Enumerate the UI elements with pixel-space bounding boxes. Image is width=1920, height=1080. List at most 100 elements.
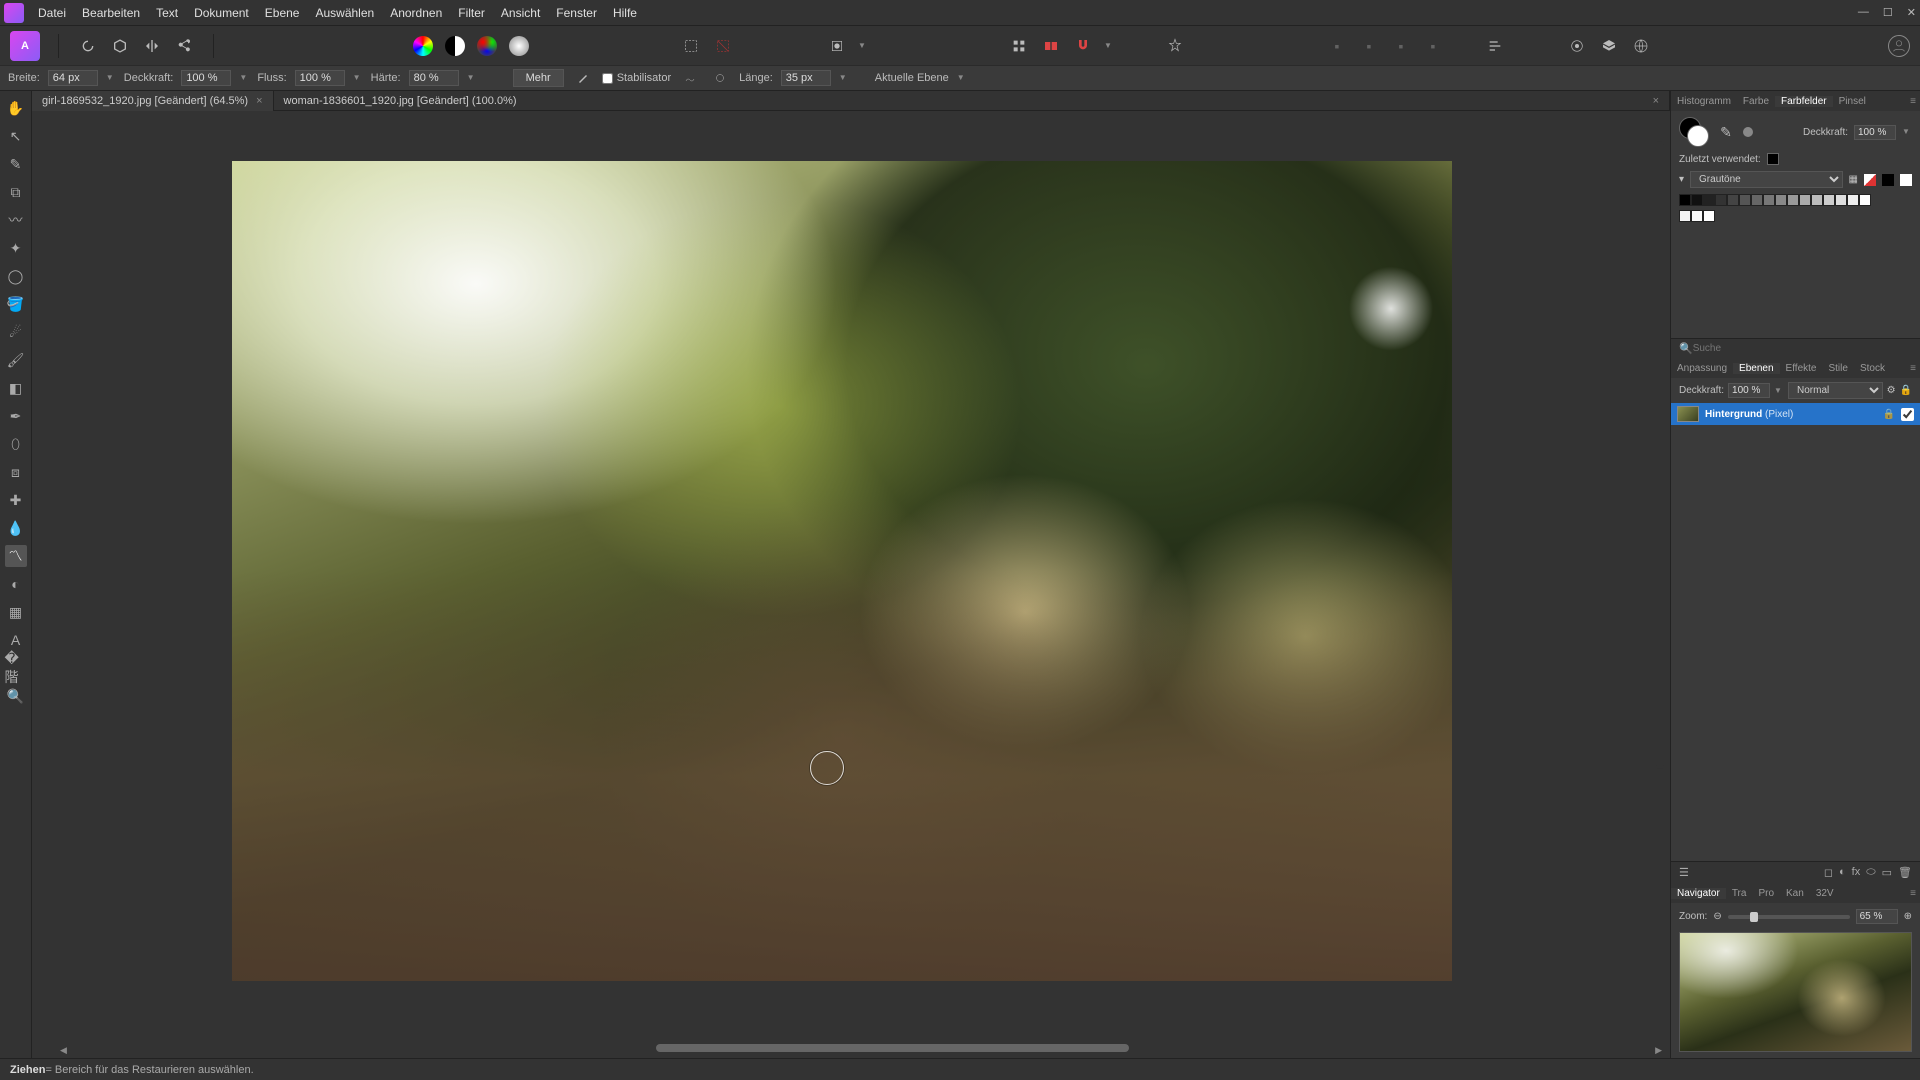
- maximize-icon[interactable]: ☐: [1883, 6, 1893, 19]
- doc-tab-2-close[interactable]: ×: [1653, 95, 1659, 107]
- swatch[interactable]: [1727, 194, 1739, 206]
- quick-mask-dropdown[interactable]: ▼: [858, 41, 868, 51]
- swatch[interactable]: [1763, 194, 1775, 206]
- none-swatch-icon[interactable]: [1864, 174, 1876, 186]
- healing-tool[interactable]: ✚: [5, 489, 27, 511]
- blend-mode-select[interactable]: Normal: [1788, 382, 1883, 399]
- marquee-tool[interactable]: ◯: [5, 265, 27, 287]
- tab-32v[interactable]: 32V: [1810, 888, 1840, 899]
- swatch[interactable]: [1823, 194, 1835, 206]
- eraser-tool[interactable]: ◧: [5, 377, 27, 399]
- tab-transform[interactable]: Tra: [1726, 888, 1753, 899]
- layer-item-background[interactable]: Hintergrund (Pixel) 🔒: [1671, 403, 1920, 425]
- swatch-grid-icon[interactable]: ▦: [1849, 174, 1858, 185]
- tab-adjustment[interactable]: Anpassung: [1671, 363, 1733, 374]
- mesh-tool[interactable]: �階: [5, 657, 27, 679]
- layer-visible-check[interactable]: [1901, 408, 1914, 421]
- stock-icon[interactable]: [1566, 35, 1588, 57]
- hardness-dropdown[interactable]: ▼: [467, 73, 477, 83]
- rope-mode-icon[interactable]: [679, 67, 701, 89]
- swatch[interactable]: [1751, 194, 1763, 206]
- menu-auswaehlen[interactable]: Auswählen: [315, 6, 374, 20]
- canvas-viewport[interactable]: ◀ ▶: [32, 111, 1670, 1058]
- scroll-left-icon[interactable]: ◀: [60, 1045, 67, 1056]
- text-cursor-icon[interactable]: [744, 35, 766, 57]
- pressure-icon[interactable]: [572, 67, 594, 89]
- swatch-panel-menu[interactable]: ≡: [1906, 96, 1920, 107]
- swatch[interactable]: [1679, 210, 1691, 222]
- tab-styles[interactable]: Stile: [1822, 363, 1853, 374]
- v-scrollbar[interactable]: [1656, 141, 1666, 1038]
- menu-anordnen[interactable]: Anordnen: [390, 6, 442, 20]
- pen-tool[interactable]: ✒: [5, 405, 27, 427]
- doc-tab-2[interactable]: woman-1836601_1920.jpg [Geändert] (100.0…: [274, 91, 1670, 111]
- swatch[interactable]: [1835, 194, 1847, 206]
- eyedropper-icon[interactable]: ✎: [1715, 121, 1737, 143]
- zoom-input[interactable]: [1856, 909, 1898, 924]
- scroll-right-icon[interactable]: ▶: [1655, 1045, 1662, 1056]
- blur-tool[interactable]: ⬯: [5, 433, 27, 455]
- color-wheel-icon[interactable]: [412, 35, 434, 57]
- white-swatch-icon[interactable]: [1900, 174, 1912, 186]
- layer-lock-indicator[interactable]: 🔒: [1883, 409, 1895, 420]
- assistant-icon[interactable]: [1164, 35, 1186, 57]
- adjustment-layer-icon[interactable]: ◐: [1839, 866, 1846, 879]
- live-filter-icon[interactable]: ⬭: [1866, 866, 1875, 879]
- sponge-tool[interactable]: ◐: [5, 573, 27, 595]
- tab-effects[interactable]: Effekte: [1780, 363, 1823, 374]
- width-dropdown[interactable]: ▼: [106, 73, 116, 83]
- navigator-panel-menu[interactable]: ≡: [1906, 888, 1920, 899]
- account-icon[interactable]: [1888, 35, 1910, 57]
- sync-icon[interactable]: [77, 35, 99, 57]
- menu-filter[interactable]: Filter: [458, 6, 485, 20]
- share-icon[interactable]: [173, 35, 195, 57]
- opacity-dropdown[interactable]: ▼: [239, 73, 249, 83]
- layers-panel-menu[interactable]: ≡: [1906, 363, 1920, 374]
- tab-history[interactable]: Pro: [1752, 888, 1780, 899]
- doc-tab-1[interactable]: girl-1869532_1920.jpg [Geändert] (64.5%)…: [32, 91, 274, 111]
- snap-icon[interactable]: [1072, 35, 1094, 57]
- doc-tab-1-close[interactable]: ×: [256, 95, 262, 107]
- marquee-dashed-icon[interactable]: [680, 35, 702, 57]
- arrange-icon[interactable]: [1484, 35, 1506, 57]
- split-icon[interactable]: [1040, 35, 1062, 57]
- swatch-opacity-dropdown[interactable]: ▼: [1902, 127, 1912, 137]
- cube-icon[interactable]: [109, 35, 131, 57]
- zoom-tool[interactable]: 🔍: [5, 685, 27, 707]
- swatch[interactable]: [1679, 194, 1691, 206]
- color-selector[interactable]: [1679, 117, 1709, 147]
- minimize-icon[interactable]: —: [1858, 6, 1869, 19]
- swatch[interactable]: [1859, 194, 1871, 206]
- navigator-preview[interactable]: [1679, 932, 1912, 1052]
- shape-tool[interactable]: ▦: [5, 601, 27, 623]
- tab-stock[interactable]: Stock: [1854, 363, 1891, 374]
- color-picker-tool[interactable]: ✎: [5, 153, 27, 175]
- swatch[interactable]: [1847, 194, 1859, 206]
- more-button[interactable]: Mehr: [513, 69, 564, 87]
- layer-lock-icon[interactable]: 🔒: [1900, 385, 1912, 396]
- target-select[interactable]: Aktuelle Ebene: [875, 72, 949, 84]
- mid-grey-icon[interactable]: [1743, 127, 1753, 137]
- length-dropdown[interactable]: ▼: [839, 73, 849, 83]
- close-icon[interactable]: ✕: [1907, 6, 1916, 19]
- hardness-input[interactable]: [409, 70, 459, 86]
- snap-dropdown[interactable]: ▼: [1104, 41, 1114, 51]
- tab-histogram[interactable]: Histogramm: [1671, 96, 1737, 107]
- mask-icon[interactable]: ◻: [1824, 866, 1833, 879]
- swatch[interactable]: [1703, 194, 1715, 206]
- opacity-input[interactable]: [181, 70, 231, 86]
- canvas[interactable]: [232, 161, 1452, 981]
- mirror-icon[interactable]: [141, 35, 163, 57]
- swatch[interactable]: [1691, 210, 1703, 222]
- menu-text[interactable]: Text: [156, 6, 178, 20]
- crop-tool[interactable]: ⧉: [5, 181, 27, 203]
- stabiliser-check[interactable]: Stabilisator: [602, 72, 671, 84]
- menu-hilfe[interactable]: Hilfe: [613, 6, 637, 20]
- delete-layer-icon[interactable]: 🗑: [1898, 866, 1912, 879]
- width-input[interactable]: [48, 70, 98, 86]
- layer-gear-icon[interactable]: ⚙: [1887, 385, 1896, 396]
- menu-ansicht[interactable]: Ansicht: [501, 6, 540, 20]
- layer-opacity-dropdown[interactable]: ▼: [1774, 386, 1784, 396]
- layer-opacity-input[interactable]: [1728, 383, 1770, 398]
- grid-icon[interactable]: [1008, 35, 1030, 57]
